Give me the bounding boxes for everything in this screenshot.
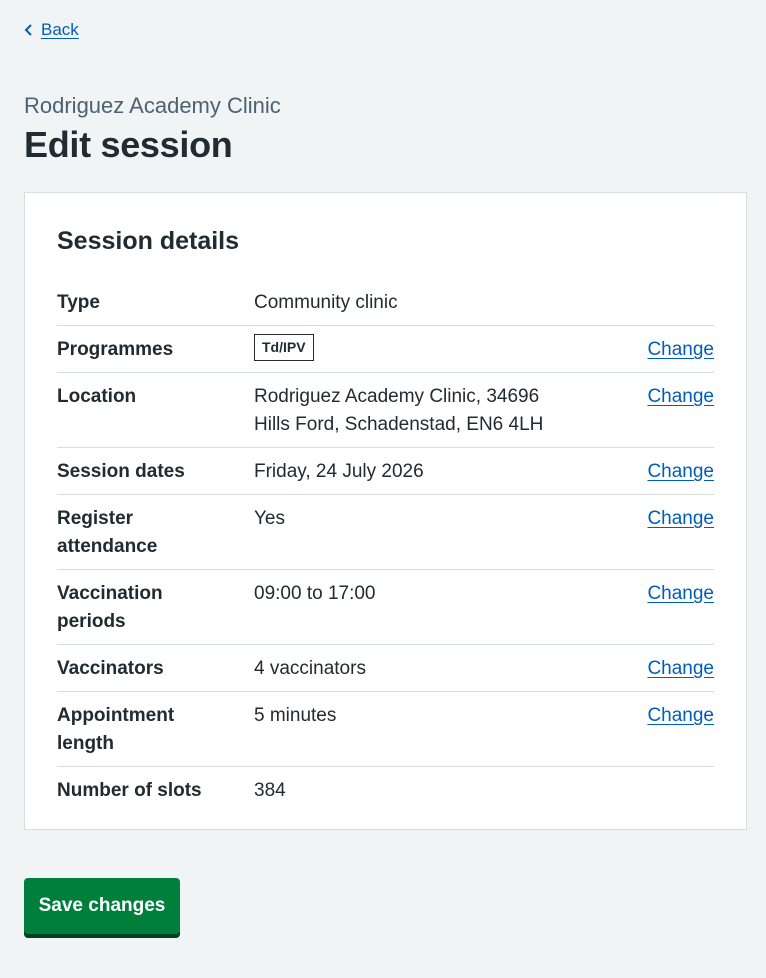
summary-key: Location bbox=[57, 386, 137, 407]
summary-row-register-attendance: Register attendance Yes Change bbox=[57, 495, 714, 570]
change-vaccination-periods-link[interactable]: Change bbox=[647, 583, 714, 604]
summary-action: Change bbox=[634, 458, 714, 486]
summary-row-type: Type Community clinic bbox=[57, 281, 714, 326]
summary-action-empty bbox=[634, 289, 714, 317]
summary-key: Register attendance bbox=[57, 505, 254, 561]
summary-action: Change bbox=[634, 383, 714, 439]
summary-row-session-dates: Session dates Friday, 24 July 2026 Chang… bbox=[57, 448, 714, 495]
summary-row-location: Location Rodriguez Academy Clinic, 34696… bbox=[57, 373, 714, 448]
chevron-left-icon bbox=[24, 24, 32, 36]
summary-value: Community clinic bbox=[254, 292, 398, 313]
summary-value: 4 vaccinators bbox=[254, 658, 366, 679]
summary-list: Type Community clinic Programmes Td/IPV … bbox=[57, 281, 714, 813]
key-line-1: Appointment bbox=[57, 705, 175, 726]
programme-tag: Td/IPV bbox=[254, 334, 314, 362]
key-line-2: length bbox=[57, 733, 114, 754]
summary-action: Change bbox=[634, 580, 714, 636]
summary-key: Number of slots bbox=[57, 780, 202, 801]
session-details-card: Session details Type Community clinic Pr… bbox=[24, 192, 747, 830]
back-link[interactable]: Back bbox=[24, 20, 79, 40]
page: Back Rodriguez Academy Clinic Edit sessi… bbox=[0, 0, 766, 978]
summary-row-vaccination-periods: Vaccination periods 09:00 to 17:00 Chang… bbox=[57, 570, 714, 645]
location-line-2: Hills Ford, Schadenstad, EN6 4LH bbox=[254, 414, 544, 435]
summary-key: Vaccinators bbox=[57, 658, 164, 679]
summary-key: Programmes bbox=[57, 339, 174, 360]
card-heading: Session details bbox=[57, 227, 240, 255]
summary-value: 5 minutes bbox=[254, 705, 337, 726]
location-line-1: Rodriguez Academy Clinic, 34696 bbox=[254, 386, 540, 407]
save-changes-button[interactable]: Save changes bbox=[24, 878, 180, 934]
key-line-2: periods bbox=[57, 611, 126, 632]
back-link-label[interactable]: Back bbox=[41, 20, 79, 40]
summary-value: Yes bbox=[254, 508, 285, 529]
key-line-1: Vaccination bbox=[57, 583, 163, 604]
summary-row-vaccinators: Vaccinators 4 vaccinators Change bbox=[57, 645, 714, 692]
change-programmes-link[interactable]: Change bbox=[647, 339, 714, 360]
summary-value: Td/IPV bbox=[254, 334, 634, 364]
summary-key: Session dates bbox=[57, 461, 185, 482]
summary-key: Type bbox=[57, 292, 100, 313]
key-line-2: attendance bbox=[57, 536, 158, 557]
summary-row-number-of-slots: Number of slots 384 bbox=[57, 767, 714, 813]
summary-value: Rodriguez Academy Clinic, 34696 Hills Fo… bbox=[254, 383, 634, 439]
change-vaccinators-link[interactable]: Change bbox=[647, 658, 714, 679]
summary-action: Change bbox=[634, 655, 714, 683]
summary-key: Vaccination periods bbox=[57, 580, 254, 636]
change-location-link[interactable]: Change bbox=[647, 386, 714, 407]
summary-value: 384 bbox=[254, 780, 286, 801]
summary-row-programmes: Programmes Td/IPV Change bbox=[57, 326, 714, 373]
key-line-1: Register bbox=[57, 508, 134, 529]
summary-row-appointment-length: Appointment length 5 minutes Change bbox=[57, 692, 714, 767]
change-session-dates-link[interactable]: Change bbox=[647, 461, 714, 482]
summary-action: Change bbox=[634, 336, 714, 364]
summary-action-empty bbox=[634, 777, 714, 805]
page-title: Edit session bbox=[24, 124, 233, 165]
summary-value: Friday, 24 July 2026 bbox=[254, 461, 424, 482]
page-caption: Rodriguez Academy Clinic bbox=[24, 93, 281, 118]
change-register-attendance-link[interactable]: Change bbox=[647, 508, 714, 529]
summary-value: 09:00 to 17:00 bbox=[254, 583, 376, 604]
summary-key: Appointment length bbox=[57, 702, 254, 758]
change-appointment-length-link[interactable]: Change bbox=[647, 705, 714, 726]
summary-action: Change bbox=[634, 505, 714, 561]
summary-action: Change bbox=[634, 702, 714, 758]
